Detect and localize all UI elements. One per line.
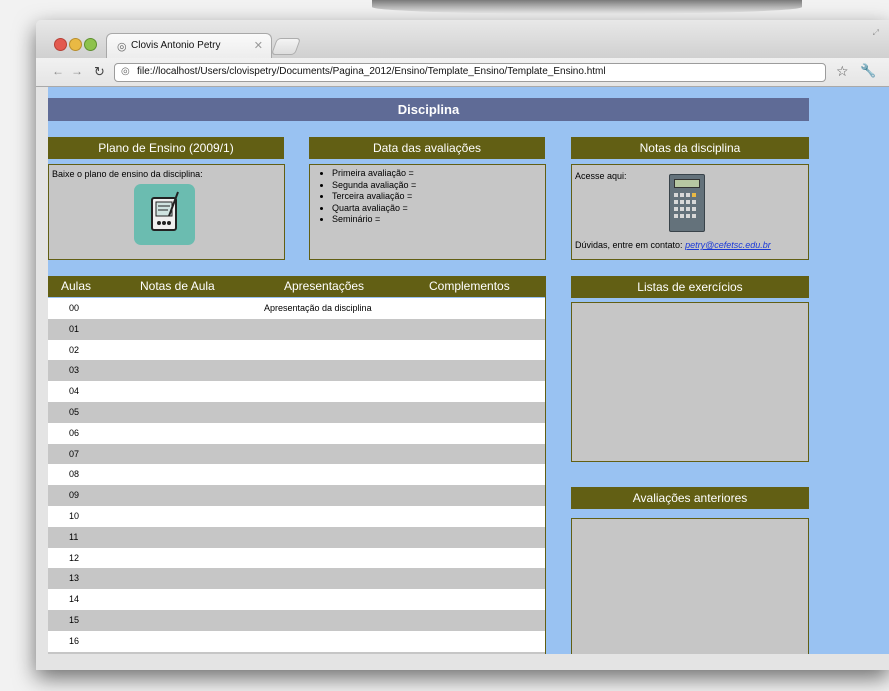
calculator-icon[interactable] — [669, 174, 705, 232]
lesson-number: 12 — [69, 552, 80, 563]
lesson-number: 03 — [69, 365, 80, 376]
new-tab-button[interactable] — [270, 38, 302, 55]
table-row: 00 Apresentação da disciplina — [48, 298, 545, 319]
lesson-number: 17 — [69, 652, 79, 654]
table-row: 04 — [48, 381, 545, 402]
lesson-number: 04 — [69, 386, 80, 397]
maximize-window-button[interactable] — [84, 38, 97, 51]
lesson-number: 02 — [69, 344, 80, 355]
reload-button[interactable]: ↻ — [94, 64, 105, 80]
anteriores-box — [571, 518, 809, 654]
browser-toolbar: ← → ↻ ◎ file://localhost/Users/clovispet… — [36, 58, 889, 87]
forward-button[interactable]: → — [71, 64, 83, 78]
lesson-number: 06 — [69, 427, 80, 438]
lesson-number: 16 — [69, 635, 80, 646]
wrench-icon[interactable]: 🔧 — [860, 63, 876, 79]
lesson-number: 14 — [69, 594, 80, 605]
table-row: 13 — [48, 568, 545, 590]
back-button[interactable]: ← — [52, 64, 64, 78]
table-row: 02 — [48, 339, 545, 361]
th-apresentacoes: Apresentações — [284, 279, 365, 293]
page-content: Disciplina Plano de Ensino (2009/1) Baix… — [48, 87, 889, 654]
table-row: 07 — [48, 443, 545, 465]
table-row: 11 — [48, 526, 545, 548]
lesson-number: 11 — [69, 531, 79, 542]
avaliacao-item: Primeira avaliação = — [332, 168, 416, 180]
table-row: 09 — [48, 485, 545, 506]
lesson-number: 09 — [69, 490, 80, 501]
listas-box — [571, 302, 809, 462]
lesson-number: 15 — [69, 614, 80, 625]
avaliacao-item: Terceira avaliação = — [332, 191, 416, 203]
lesson-number: 07 — [69, 448, 80, 459]
minimize-window-button[interactable] — [69, 38, 82, 51]
page-icon: ◎ — [121, 66, 130, 77]
anteriores-header: Avaliações anteriores — [571, 487, 809, 509]
browser-window: ◎ Clovis Antonio Petry ✕ ⤢ ← → ↻ ◎ file:… — [36, 20, 889, 670]
th-complementos: Complementos — [429, 279, 510, 293]
avaliacoes-box: Primeira avaliação = Segunda avaliação =… — [309, 164, 546, 260]
table-row: 05 — [48, 401, 545, 423]
table-right-border — [545, 276, 546, 654]
avaliacao-item: Segunda avaliação = — [332, 180, 416, 192]
lesson-number: 13 — [69, 573, 80, 584]
acesse-text: Acesse aqui: — [575, 171, 627, 181]
avaliacao-item: Seminário = — [332, 214, 416, 226]
page-title: Disciplina — [48, 98, 809, 121]
tab-bar: ◎ Clovis Antonio Petry ✕ ⤢ — [36, 20, 889, 59]
table-row: 15 — [48, 609, 545, 631]
close-tab-icon[interactable]: ✕ — [254, 39, 263, 52]
table-row: 16 — [48, 630, 545, 652]
lesson-number: 08 — [69, 469, 80, 480]
fullscreen-icon[interactable]: ⤢ — [873, 28, 879, 38]
notas-header: Notas da disciplina — [571, 137, 809, 159]
table-header: Aulas Notas de Aula Apresentações Comple… — [48, 276, 546, 297]
table-row: 06 — [48, 422, 545, 444]
lesson-number: 00 — [69, 303, 80, 313]
lesson-number: 01 — [69, 323, 80, 334]
lesson-presentation-link[interactable]: Apresentação da disciplina — [264, 298, 372, 319]
table-row: 01 — [48, 318, 545, 340]
lesson-number: 05 — [69, 406, 80, 417]
plano-text: Baixe o plano de ensino da disciplina: — [52, 169, 203, 179]
lessons-table: 00 Apresentação da disciplina 01 02 03 04 05 06… — [48, 298, 545, 654]
lesson-number: 10 — [69, 510, 80, 521]
plano-box: Baixe o plano de ensino da disciplina: — [48, 164, 285, 260]
avaliacoes-header: Data das avaliações — [309, 137, 545, 159]
avaliacoes-list: Primeira avaliação = Segunda avaliação =… — [318, 168, 416, 226]
table-row: 12 — [48, 547, 545, 569]
address-bar[interactable]: ◎ file://localhost/Users/clovispetry/Doc… — [114, 63, 826, 82]
contato-line: Dúvidas, entre em contato: petry@cefetsc… — [575, 240, 771, 250]
url-text: file://localhost/Users/clovispetry/Docum… — [137, 66, 606, 77]
th-notas-aula: Notas de Aula — [140, 279, 215, 293]
plano-header: Plano de Ensino (2009/1) — [48, 137, 284, 159]
close-window-button[interactable] — [54, 38, 67, 51]
table-row: 10 — [48, 505, 545, 527]
window-shadow — [372, 0, 802, 14]
contato-text: Dúvidas, entre em contato: — [575, 240, 683, 250]
bookmark-star-icon[interactable]: ☆ — [836, 63, 849, 80]
email-link[interactable]: petry@cefetsc.edu.br — [685, 240, 771, 250]
pda-icon[interactable] — [134, 184, 195, 245]
avaliacao-item: Quarta avaliação = — [332, 203, 416, 215]
notas-box: Acesse aqui: Dúvidas, entre em contato: … — [571, 164, 809, 260]
table-row: 08 — [48, 464, 545, 486]
tab-active[interactable]: ◎ Clovis Antonio Petry ✕ — [106, 33, 272, 59]
listas-header: Listas de exercícios — [571, 276, 809, 298]
table-row: 03 — [48, 360, 545, 382]
tab-title: Clovis Antonio Petry — [131, 40, 221, 51]
table-row: 17 — [48, 651, 545, 654]
th-aulas: Aulas — [61, 279, 92, 293]
globe-icon: ◎ — [117, 41, 127, 53]
table-row: 14 — [48, 589, 545, 610]
